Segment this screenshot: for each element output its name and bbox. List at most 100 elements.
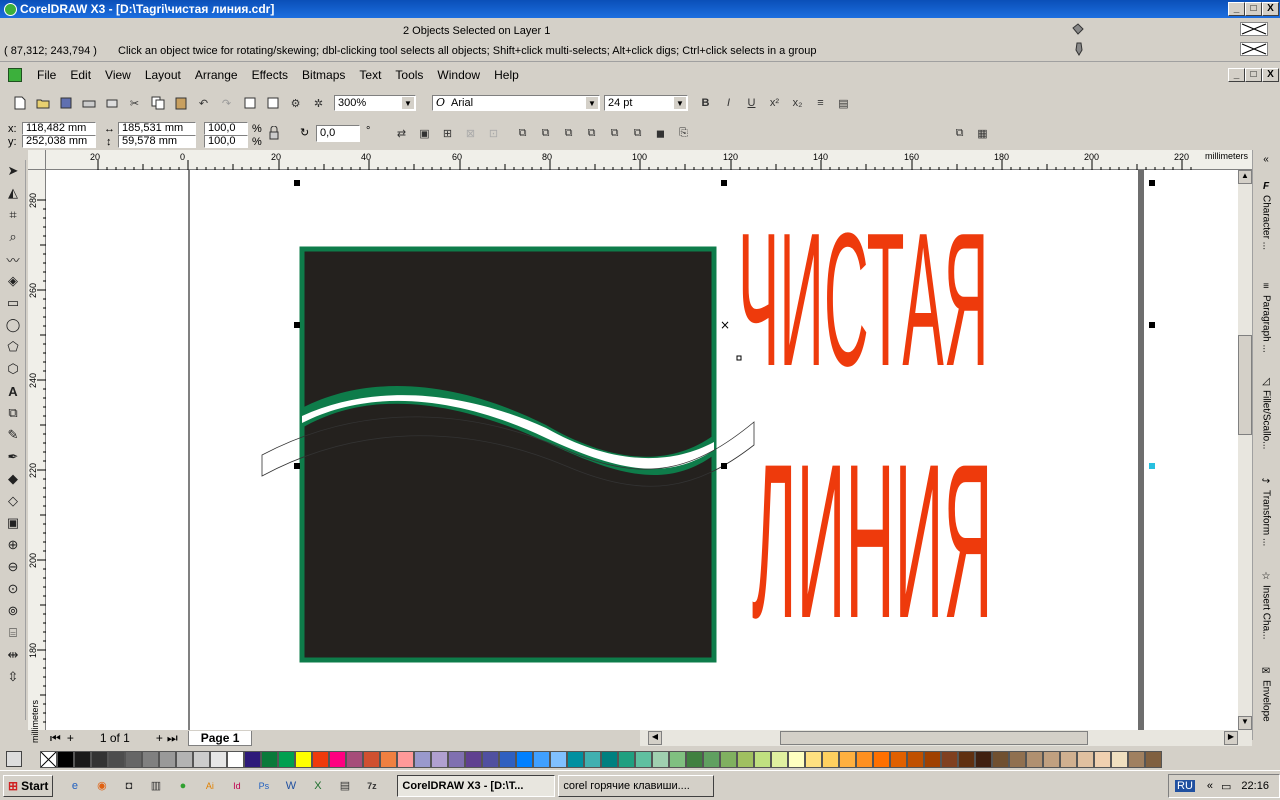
color-swatch[interactable] [431,750,448,768]
color-swatch[interactable] [1043,750,1060,768]
color-swatch[interactable] [159,750,176,768]
smart-fill-icon[interactable]: ◈ [2,270,24,292]
shape-tool-icon[interactable]: ◭ [2,182,24,204]
horizontal-scroll-thumb[interactable] [780,731,1088,745]
tray-expand-icon[interactable]: « [1207,780,1213,792]
doc-restore-button[interactable]: □ [1245,68,1262,82]
menu-edit[interactable]: Edit [63,68,98,82]
menu-view[interactable]: View [98,68,138,82]
menu-help[interactable]: Help [487,68,526,82]
color-swatch[interactable] [278,750,295,768]
zoom-level-select[interactable]: 300% ▼ [334,95,416,111]
mirror-icon[interactable]: ⇄ [392,124,411,143]
monitor-icon[interactable]: ▭ [1221,780,1231,793]
new-icon[interactable] [10,94,29,113]
color-swatch[interactable] [1145,750,1162,768]
color-swatch[interactable] [635,750,652,768]
color-swatch[interactable] [669,750,686,768]
color-swatch[interactable] [91,750,108,768]
app-icon[interactable]: ◘ [119,776,138,795]
view-manager-icon[interactable]: ▣ [2,512,24,534]
color-swatch[interactable] [703,750,720,768]
color-swatch[interactable] [601,750,618,768]
copy-properties-icon[interactable]: ⧉ [950,124,969,143]
docker-tab-transform[interactable]: ↪ Transform ... [1253,476,1279,571]
menu-tools[interactable]: Tools [388,68,430,82]
color-swatch[interactable] [346,750,363,768]
palette-menu-icon[interactable] [6,751,22,767]
word-icon[interactable]: W [281,776,300,795]
last-page-icon[interactable]: ⏭ [167,731,178,746]
cut-icon[interactable]: ✂ [125,94,144,113]
drawing-canvas[interactable]: ЧИСТАЯ ЛИНИЯ × [46,170,1238,730]
trim-icon[interactable]: ⧉ [536,124,555,143]
no-outline-swatch[interactable] [1240,42,1268,56]
break-apart-icon[interactable]: ⊠ [461,124,480,143]
ungroup-icon[interactable]: ⊡ [484,124,503,143]
corel-icon[interactable]: ● [173,776,192,795]
font-list-select[interactable]: O Arial ▼ [432,95,600,111]
horizontal-ruler[interactable]: 20 0 20 40 60 80 100 120 140 160 180 200 220 millime… [46,150,1252,170]
menu-window[interactable]: Window [430,68,487,82]
color-swatch[interactable] [1111,750,1128,768]
artwork-text-line1[interactable]: ЧИСТАЯ [738,193,989,405]
x-position-field[interactable]: 118,482 mm [22,122,96,135]
outline-tool-icon[interactable]: ✒ [2,446,24,468]
docker-tab-fillet[interactable]: ◿ Fillet/Scallo... [1253,376,1279,476]
archive-icon[interactable]: ▤ [335,776,354,795]
polygon-tool-icon[interactable]: ⬠ [2,336,24,358]
no-color-swatch[interactable] [40,750,57,768]
color-swatch[interactable] [210,750,227,768]
intersect-icon[interactable]: ⧉ [559,124,578,143]
color-swatch[interactable] [737,750,754,768]
color-swatch[interactable] [57,750,74,768]
combine-icon[interactable]: ⊞ [438,124,457,143]
rectangle-tool-icon[interactable]: ▭ [2,292,24,314]
color-swatch[interactable] [907,750,924,768]
color-swatch[interactable] [142,750,159,768]
copy-icon[interactable] [148,94,167,113]
color-swatch[interactable] [686,750,703,768]
fill-tool-icon[interactable]: ◆ [2,468,24,490]
import-icon[interactable] [240,94,259,113]
interactive-fill-icon[interactable]: ◇ [2,490,24,512]
add-page-after-icon[interactable]: + [156,731,163,745]
interactive-blend-icon[interactable]: ⧉ [2,402,24,424]
application-launcher-icon[interactable]: ⚙ [286,94,305,113]
menu-layout[interactable]: Layout [138,68,188,82]
scroll-down-icon[interactable]: ▼ [1238,716,1252,730]
ruler-origin[interactable] [28,150,46,170]
no-fill-swatch[interactable] [1240,22,1268,36]
color-swatch[interactable] [295,750,312,768]
taskbar-item-coreldraw[interactable]: CorelDRAW X3 - [D:\T... [397,774,556,797]
underline-icon[interactable]: U [742,94,761,113]
color-swatch[interactable] [856,750,873,768]
menu-bitmaps[interactable]: Bitmaps [295,68,352,82]
height-field[interactable]: 59,578 mm [118,135,196,148]
color-swatch[interactable] [788,750,805,768]
back-minus-front-icon[interactable]: ⧉ [628,124,647,143]
docker-tab-paragraph[interactable]: ≡ Paragraph ... [1253,281,1279,376]
dark-square[interactable] [299,246,717,663]
color-swatch[interactable] [125,750,142,768]
rotation-center-icon[interactable]: × [720,318,730,332]
taskbar-item-document[interactable]: corel горячие клавиши.... [558,774,715,797]
export-icon[interactable] [263,94,282,113]
color-swatch[interactable] [261,750,278,768]
color-swatch[interactable] [720,750,737,768]
color-swatch[interactable] [890,750,907,768]
scale-y-field[interactable]: 100,0 [204,135,248,148]
group-icon[interactable]: ▣ [415,124,434,143]
illustrator-icon[interactable]: Ai [200,776,219,795]
color-swatch[interactable] [771,750,788,768]
color-swatch[interactable] [1026,750,1043,768]
redo-icon[interactable]: ↷ [217,94,236,113]
color-swatch[interactable] [1077,750,1094,768]
zoom-height-icon[interactable]: ⇳ [2,666,24,688]
color-swatch[interactable] [924,750,941,768]
color-swatch[interactable] [1094,750,1111,768]
color-swatch[interactable] [397,750,414,768]
scroll-right-icon[interactable]: ▶ [1224,731,1238,745]
color-swatch[interactable] [822,750,839,768]
first-page-icon[interactable]: ⏮ [50,731,61,746]
